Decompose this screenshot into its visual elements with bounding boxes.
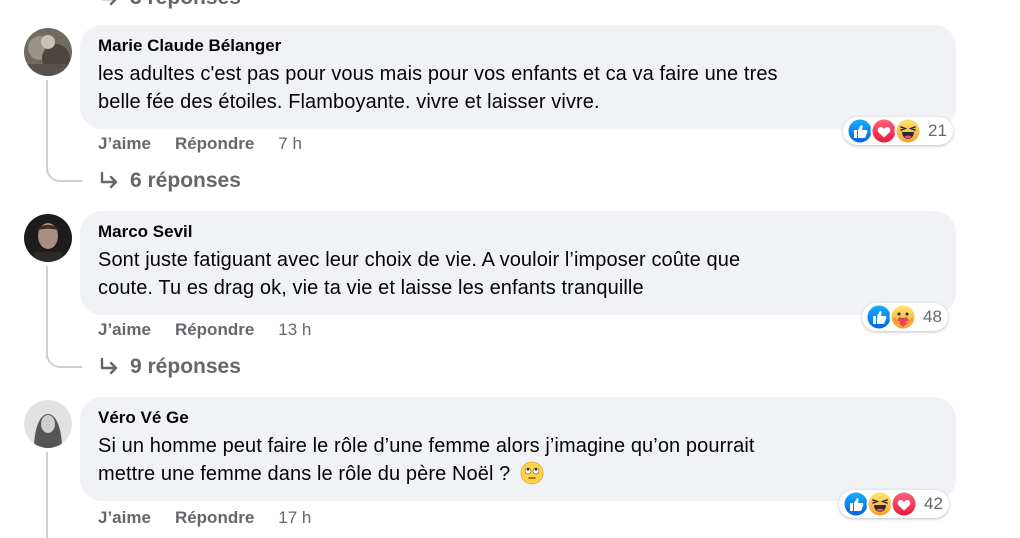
- comment-timestamp[interactable]: 13 h: [278, 320, 311, 340]
- comment-author[interactable]: Marco Sevil: [98, 221, 938, 243]
- comment-bubble: Marco Sevil Sont juste fatiguant avec le…: [80, 211, 956, 315]
- comment-author[interactable]: Marie Claude Bélanger: [98, 35, 938, 57]
- replies-link[interactable]: 6 réponses: [98, 169, 241, 193]
- comment-text: mettre une femme dans le rôle du père No…: [98, 463, 511, 485]
- reply-link[interactable]: Répondre: [175, 134, 254, 154]
- avatar[interactable]: [24, 28, 72, 76]
- reaction-count: 42: [924, 494, 943, 513]
- comment-text-line-with-emoji: mettre une femme dans le rôle du père No…: [98, 460, 938, 488]
- replies-label: 6 réponses: [130, 169, 241, 192]
- replies-label: 3 réponses: [130, 0, 241, 10]
- reply-arrow-icon: [100, 171, 118, 189]
- comment-actions: J’aime Répondre 13 h: [98, 320, 335, 340]
- thread-rail-curve: [46, 346, 82, 368]
- thread-rail: [46, 266, 48, 358]
- comment-text-line: Si un homme peut faire le rôle d’une fem…: [98, 435, 755, 457]
- care-icon: [889, 303, 917, 331]
- comment-actions: J’aime Répondre 17 h: [98, 508, 335, 528]
- reaction-summary[interactable]: 21: [843, 117, 953, 145]
- reply-link[interactable]: Répondre: [175, 508, 254, 528]
- thread-rail: [46, 80, 48, 172]
- haha-icon: [894, 117, 922, 145]
- like-link[interactable]: J’aime: [98, 320, 151, 340]
- comment-bubble: Marie Claude Bélanger les adultes c'est …: [80, 25, 956, 129]
- comment-timestamp[interactable]: 7 h: [278, 134, 302, 154]
- reaction-count: 21: [928, 121, 947, 140]
- reply-link[interactable]: Répondre: [175, 320, 254, 340]
- like-link[interactable]: J’aime: [98, 508, 151, 528]
- reaction-summary[interactable]: 48: [862, 303, 948, 331]
- replies-link[interactable]: 9 réponses: [98, 355, 241, 379]
- replies-label: 9 réponses: [130, 355, 241, 378]
- avatar[interactable]: [24, 214, 72, 262]
- thread-rail-curve: [46, 160, 82, 182]
- like-link[interactable]: J’aime: [98, 134, 151, 154]
- comment-actions: J’aime Répondre 7 h: [98, 134, 326, 154]
- comment-author[interactable]: Véro Vé Ge: [98, 407, 938, 429]
- reaction-summary[interactable]: 42: [839, 490, 949, 518]
- love-icon: [890, 490, 918, 518]
- reply-arrow-icon: [100, 357, 118, 375]
- comment-bubble: Véro Vé Ge Si un homme peut faire le rôl…: [80, 397, 956, 501]
- thread-rail: [46, 452, 48, 538]
- comment-text-line: belle fée des étoiles. Flamboyante. vivr…: [98, 91, 600, 113]
- reply-arrow-icon: [101, 0, 117, 6]
- comment-text-line: les adultes c'est pas pour vous mais pou…: [98, 63, 778, 85]
- comment-text-line: coute. Tu es drag ok, vie ta vie et lais…: [98, 277, 644, 299]
- reaction-count: 48: [923, 307, 942, 326]
- comment-timestamp[interactable]: 17 h: [278, 508, 311, 528]
- eye-roll-emoji: [520, 461, 544, 485]
- comment-text-line: Sont juste fatiguant avec leur choix de …: [98, 249, 741, 271]
- avatar[interactable]: [24, 400, 72, 448]
- replies-link-top[interactable]: 3 réponses: [98, 0, 241, 10]
